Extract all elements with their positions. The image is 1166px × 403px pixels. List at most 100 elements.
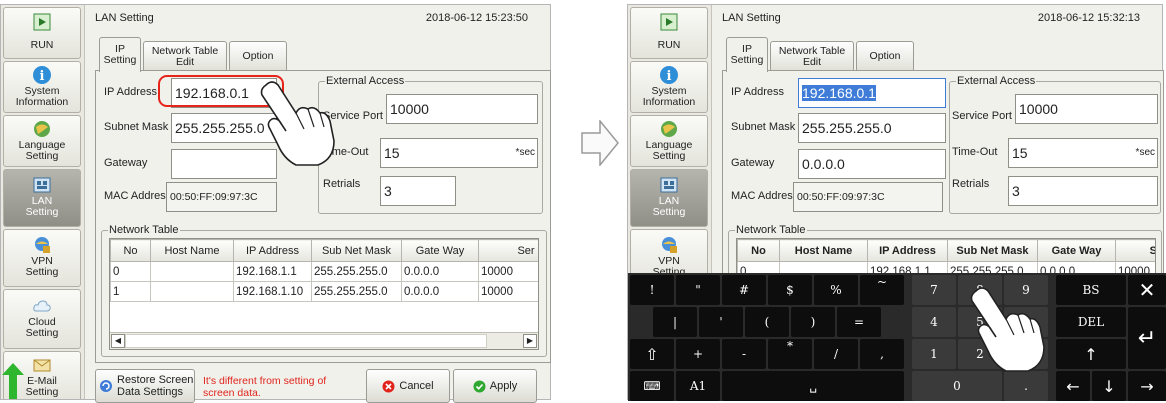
tab-label: IP Setting [103, 43, 137, 66]
key[interactable]: " [676, 275, 720, 305]
key-label: | [672, 315, 678, 329]
up-arrow-key-icon[interactable]: ↑ [1056, 339, 1126, 369]
tab-option[interactable]: Option [856, 41, 914, 71]
service-port-label: Service Port [952, 110, 1012, 122]
tab-network-table-edit[interactable]: Network Table Edit [770, 41, 854, 71]
delete-key[interactable]: DEL [1056, 307, 1126, 337]
scroll-right-icon[interactable]: ▶ [523, 334, 537, 348]
column-header: IP Address [233, 239, 312, 262]
key[interactable]: 8 [958, 275, 1002, 305]
key[interactable]: 6 [1004, 307, 1048, 337]
table-row[interactable]: 1 192.168.1.10 255.255.255.0 0.0.0.0 100… [110, 281, 538, 302]
key[interactable]: * [768, 339, 812, 369]
cancel-button[interactable]: Cancel [366, 369, 450, 403]
time-out-field[interactable]: 15 *sec [1008, 138, 1158, 168]
close-keyboard-icon[interactable]: ✕ [1128, 275, 1166, 305]
key[interactable]: / [814, 339, 858, 369]
backspace-key[interactable]: BS [1056, 275, 1126, 305]
subnet-mask-field[interactable]: 255.255.255.0 [171, 113, 277, 143]
sidebar-item-run[interactable]: RUN [630, 7, 708, 59]
external-access-group: External Access Service Port 10000 Time-… [949, 75, 1161, 214]
shift-key-icon[interactable]: ⇧ [630, 339, 674, 369]
keyboard-toggle-icon[interactable]: ⌨ [630, 371, 674, 401]
key-label: ← [1066, 376, 1080, 396]
network-table-title: Network Table [108, 224, 180, 236]
gateway-field[interactable] [171, 149, 277, 179]
key[interactable]: % [814, 275, 858, 305]
sidebar-item-lan-setting[interactable]: LAN Setting [3, 169, 81, 227]
retrials-field[interactable]: 3 [1008, 176, 1158, 206]
enter-key-icon[interactable]: ↵ [1128, 307, 1166, 369]
apply-button[interactable]: Apply [453, 369, 537, 403]
key[interactable]: = [837, 307, 881, 337]
key[interactable]: 5 [958, 307, 1002, 337]
table-cell: 0.0.0.0 [401, 281, 479, 302]
key[interactable]: ( [745, 307, 789, 337]
gateway-field[interactable]: 0.0.0.0 [798, 149, 946, 179]
key[interactable]: 1 [912, 339, 956, 369]
sidebar-item-lan-setting[interactable]: LAN Setting [630, 169, 708, 227]
key[interactable]: + [676, 339, 720, 369]
key[interactable]: ~ [860, 275, 904, 305]
subnet-mask-field[interactable]: 255.255.255.0 [798, 113, 946, 143]
sidebar-item-cloud-setting[interactable]: Cloud Setting [3, 289, 81, 349]
key[interactable]: ' [699, 307, 743, 337]
down-arrow-key-icon[interactable]: ↓ [1092, 371, 1126, 401]
key[interactable]: 9 [1004, 275, 1048, 305]
key[interactable]: - [722, 339, 766, 369]
key[interactable]: 7 [912, 275, 956, 305]
sidebar-item-language-setting[interactable]: Language Setting [3, 115, 81, 167]
column-header: No [737, 239, 780, 262]
scroll-left-icon[interactable]: ◀ [111, 334, 125, 348]
key-label: - [741, 347, 747, 361]
ip-address-label: IP Address [731, 86, 784, 98]
sidebar-item-system-information[interactable]: i System Information [3, 61, 81, 113]
key[interactable]: 2 [958, 339, 1002, 369]
sidebar-item-language-setting[interactable]: Language Setting [630, 115, 708, 167]
key[interactable]: 4 [912, 307, 956, 337]
lan-icon [32, 175, 52, 195]
right-panel: RUN i System Information Language Settin… [627, 4, 1166, 401]
sidebar-item-run[interactable]: RUN [3, 7, 81, 59]
key[interactable]: , [860, 339, 904, 369]
key[interactable]: | [653, 307, 697, 337]
tab-option[interactable]: Option [229, 41, 287, 71]
scroll-thumb[interactable] [125, 334, 487, 348]
key[interactable]: # [722, 275, 766, 305]
key[interactable]: ) [791, 307, 835, 337]
key-label: ✕ [1138, 278, 1156, 302]
key[interactable]: 3 [1004, 339, 1048, 369]
sidebar-item-vpn-setting[interactable]: VPN Setting [3, 229, 81, 287]
table-cell: 255.255.255.0 [311, 281, 402, 302]
sidebar-label: LAN Setting [25, 195, 59, 218]
column-header: IP Address [867, 239, 948, 262]
right-arrow-key-icon[interactable]: → [1128, 371, 1166, 401]
input-mode-key[interactable]: A1 [676, 371, 720, 401]
key-label: 0 [953, 379, 961, 393]
tab-ip-setting[interactable]: IP Setting [99, 37, 141, 72]
left-arrow-key-icon[interactable]: ← [1056, 371, 1090, 401]
horizontal-scrollbar[interactable]: ◀ ▶ [110, 332, 538, 349]
subnet-mask-label: Subnet Mask [104, 121, 169, 133]
key[interactable]: $ [768, 275, 812, 305]
tab-ip-setting[interactable]: IP Setting [726, 37, 768, 72]
key-label: " [695, 283, 701, 297]
service-port-field[interactable]: 10000 [1015, 94, 1158, 124]
sidebar-label: RUN [657, 39, 681, 51]
table-header-row: No Host Name IP Address Sub Net Mask Gat… [110, 239, 538, 262]
vpn-icon [659, 235, 679, 255]
space-key-icon[interactable]: ␣ [722, 371, 904, 401]
key[interactable]: ! [630, 275, 674, 305]
time-out-field[interactable]: 15 *sec [380, 138, 538, 168]
key[interactable]: 0 [912, 371, 1002, 401]
info-icon: i [32, 65, 52, 85]
restore-screen-data-button[interactable]: Restore Screen Data Settings [95, 369, 195, 403]
tab-network-table-edit[interactable]: Network Table Edit [143, 41, 227, 71]
service-port-field[interactable]: 10000 [386, 94, 538, 124]
key-label: A1 [689, 379, 707, 393]
retrials-field[interactable]: 3 [380, 176, 456, 206]
key[interactable]: . [1004, 371, 1048, 401]
table-row[interactable]: 0 192.168.1.1 255.255.255.0 0.0.0.0 1000… [110, 261, 538, 282]
ip-address-field[interactable]: 192.168.0.1 [798, 78, 946, 108]
sidebar-item-system-information[interactable]: i System Information [630, 61, 708, 113]
